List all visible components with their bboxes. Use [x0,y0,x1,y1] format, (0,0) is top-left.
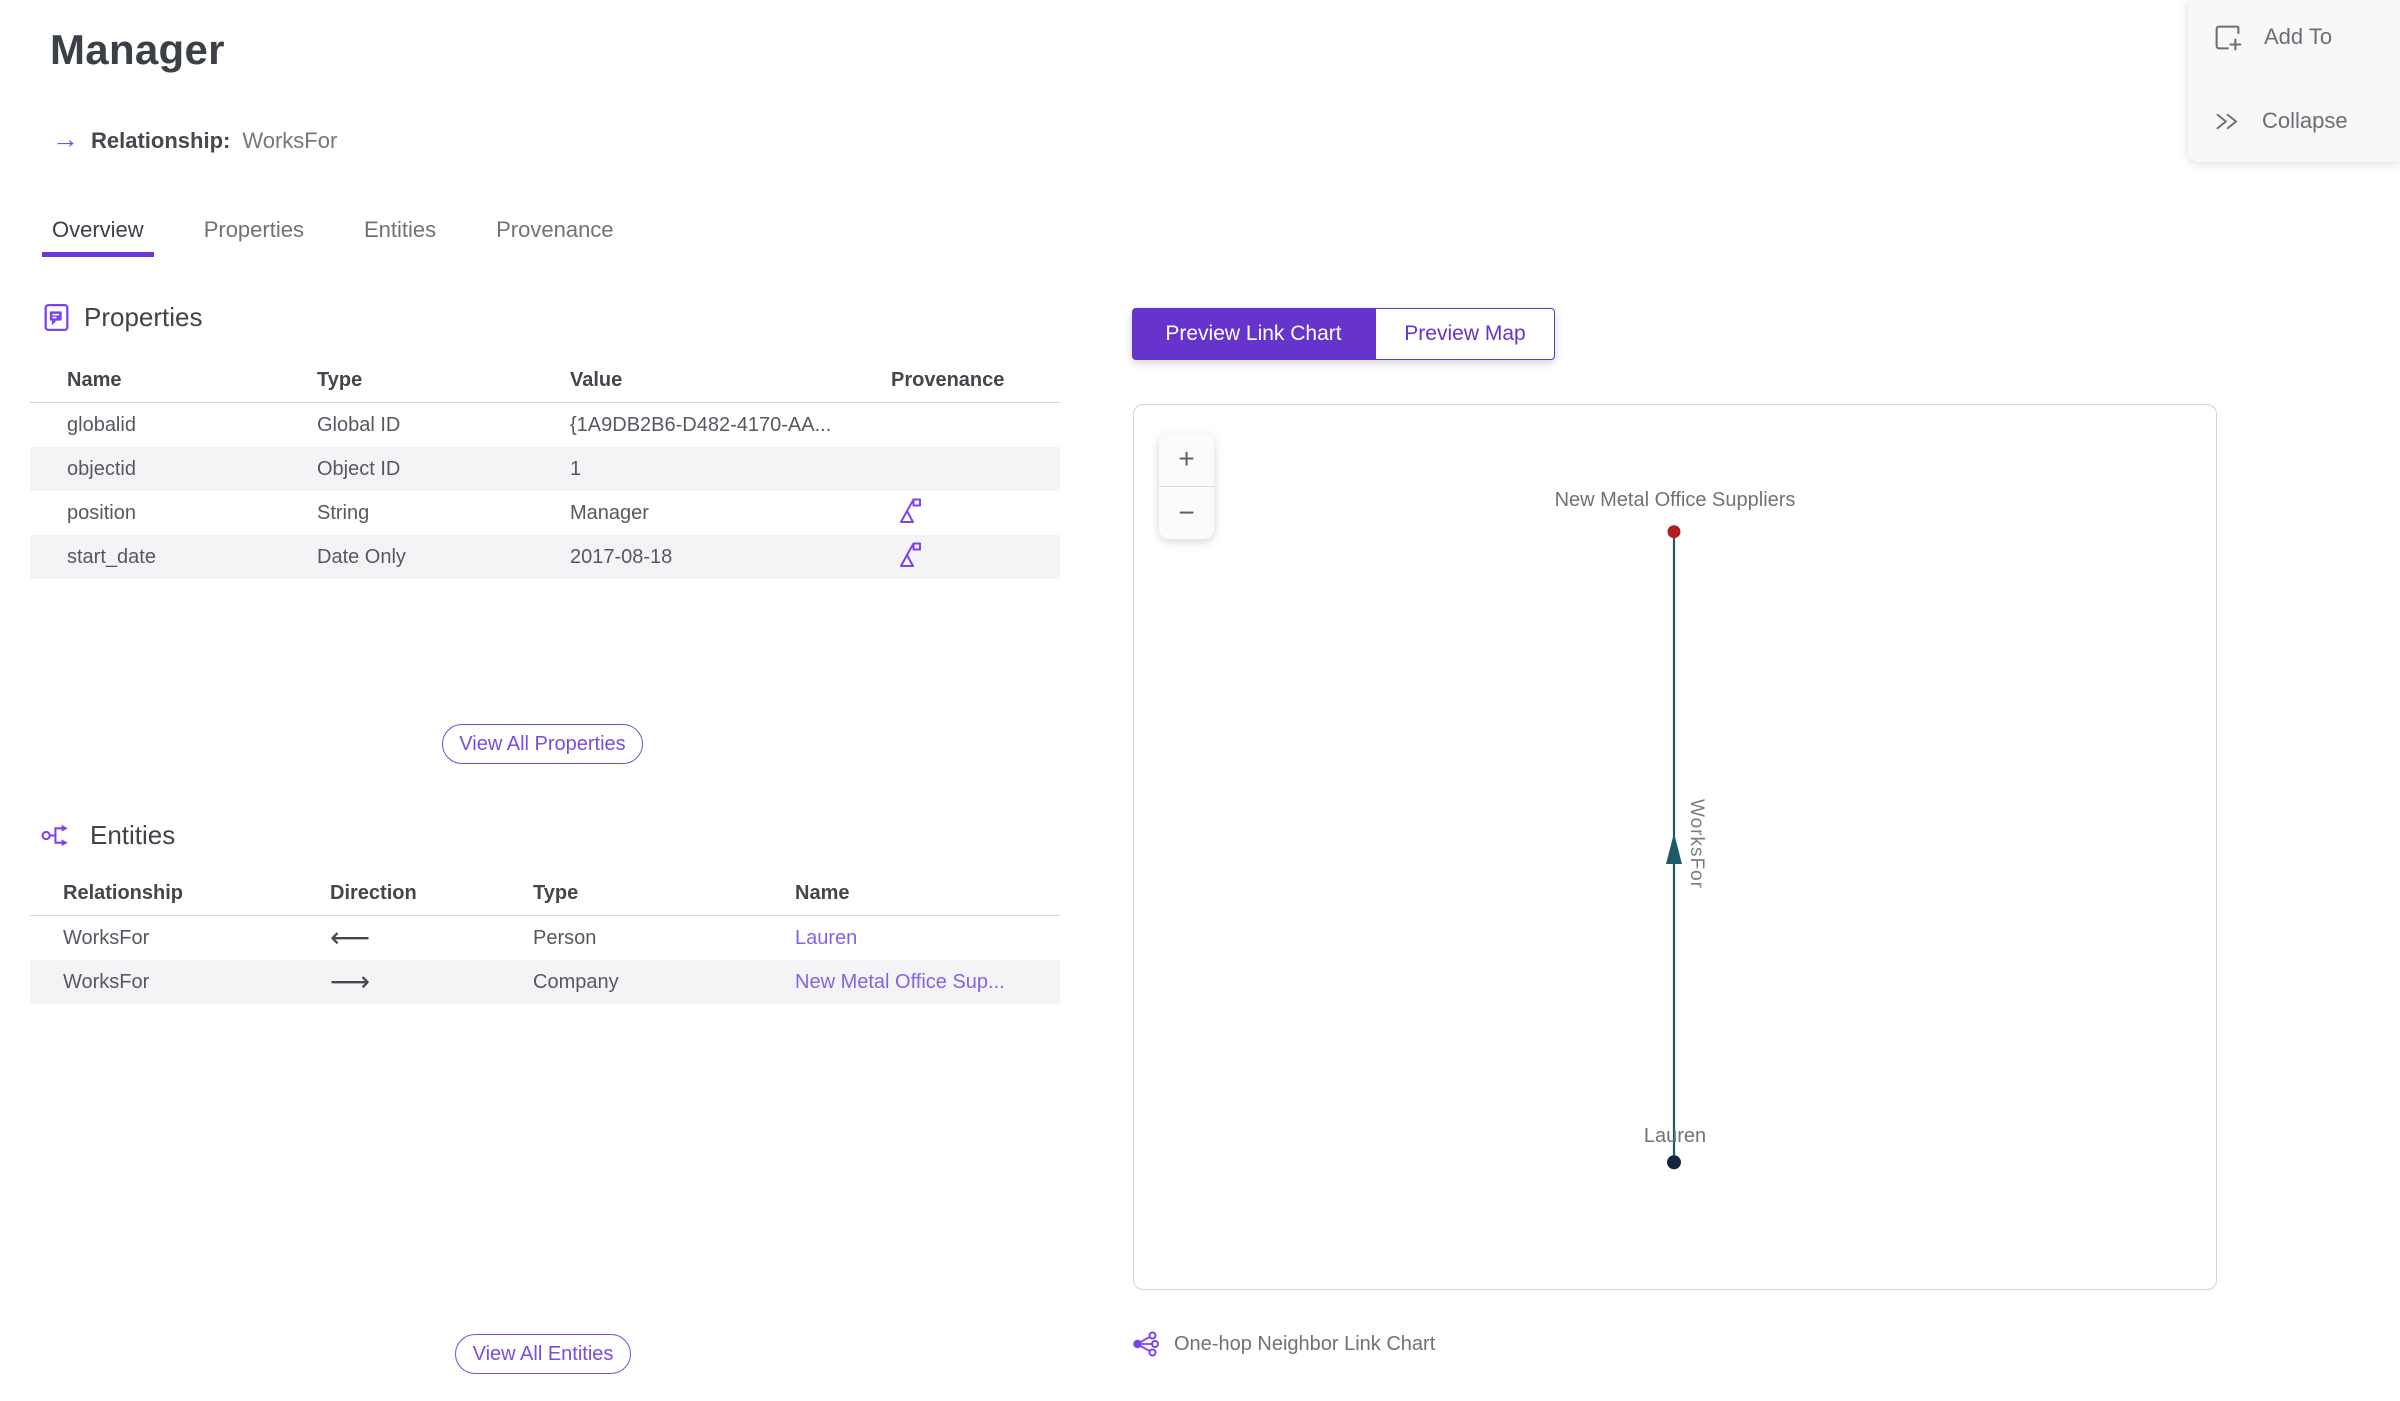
add-to-button[interactable]: Add To [2188,10,2400,64]
entities-table-row[interactable]: WorksFor ⟵ Person Lauren [30,916,1060,960]
entity-name-link[interactable]: New Metal Office Sup... [795,971,1060,994]
property-name-cell: objectid [67,457,136,480]
col-name: Name [67,368,122,391]
properties-table-row[interactable]: objectid Object ID 1 [30,447,1060,491]
properties-icon [44,303,69,332]
entities-section-title: Entities [90,820,176,850]
page-title: Manager [50,26,225,73]
edge-arrowhead [1666,833,1682,864]
tab-entities[interactable]: Entities [354,203,446,257]
node-label-person[interactable]: Lauren [1644,1125,1706,1148]
collapse-label: Collapse [2262,108,2348,133]
provenance-flag-icon[interactable] [899,497,921,524]
entity-direction-cell: ⟶ [330,968,371,996]
relationship-arrow-icon: → [52,124,79,154]
col-type: Type [317,368,363,391]
view-all-entities-button[interactable]: View All Entities [455,1334,631,1374]
properties-table: Name Type Value Provenance globalid Globa… [30,358,1060,579]
entities-table: Relationship Direction Type Name WorksFo… [30,871,1060,1004]
entity-relationship-cell: WorksFor [63,970,150,993]
properties-table-row[interactable]: start_date Date Only 2017-08-18 [30,535,1060,579]
entity-relationship-cell: WorksFor [63,926,150,949]
link-chart-panel: New Metal Office Suppliers Lauren WorksF… [1133,404,2217,1290]
relationship-value: WorksFor [242,127,338,153]
property-value-cell: 1 [570,457,582,480]
zoom-control: + − [1159,433,1214,539]
zoom-out-button[interactable]: − [1159,485,1214,540]
preview-map-button[interactable]: Preview Map [1375,308,1555,360]
provenance-flag-icon[interactable] [899,541,921,568]
collapse-chevrons-icon [2216,113,2238,129]
entities-table-row[interactable]: WorksFor ⟶ Company New Metal Office Sup... [30,960,1060,1004]
property-name-cell: position [67,501,136,524]
entity-direction-cell: ⟵ [330,924,371,952]
preview-toggle: Preview Link Chart Preview Map [1132,308,1555,360]
node-person-dot [1667,1155,1681,1170]
properties-table-row[interactable]: globalid Global ID {1A9DB2B6-D482-4170-AA.… [30,403,1060,447]
col-value: Value [570,368,623,391]
properties-section-header: Properties [43,301,203,334]
node-company-dot [1667,525,1681,539]
col-type: Type [533,881,579,904]
collapse-button[interactable]: Collapse [2188,94,2400,148]
properties-table-row[interactable]: position String Manager [30,491,1060,535]
view-all-properties-button[interactable]: View All Properties [442,724,643,764]
entities-table-body: WorksFor ⟵ Person Lauren WorksFor ⟶ Company New… [30,916,1060,1004]
property-type-cell: Date Only [317,545,406,568]
property-value-cell: {1A9DB2B6-D482-4170-AA... [570,413,832,436]
property-type-cell: String [317,501,370,524]
edge-label-worksfor: WorksFor [1686,799,1707,889]
tab-provenance[interactable]: Provenance [486,203,623,257]
chart-footer: One-hop Neighbor Link Chart [1132,1330,1435,1358]
col-relationship: Relationship [63,881,184,904]
entities-section-header: Entities [41,820,175,851]
col-provenance: Provenance [891,368,1005,391]
preview-link-chart-button[interactable]: Preview Link Chart [1132,308,1375,360]
entity-type-cell: Company [533,970,619,993]
properties-table-body: globalid Global ID {1A9DB2B6-D482-4170-AA.… [30,403,1060,579]
add-to-label: Add To [2264,24,2333,49]
entities-icon [41,825,68,846]
property-type-cell: Object ID [317,457,401,480]
tab-bar: Overview Properties Entities Provenance [42,203,624,257]
properties-section-title: Properties [84,302,203,332]
relationship-label: Relationship: [91,127,231,153]
node-label-company[interactable]: New Metal Office Suppliers [1555,489,1796,512]
properties-table-header: Name Type Value Provenance [30,358,1060,403]
entity-name-link[interactable]: Lauren [795,927,1060,950]
property-type-cell: Global ID [317,413,401,436]
tab-overview[interactable]: Overview [42,203,154,257]
add-to-icon [2215,25,2242,50]
col-direction: Direction [330,881,417,904]
col-name: Name [795,881,850,904]
property-value-cell: Manager [570,501,649,524]
one-hop-neighbor-icon [1133,1331,1159,1357]
one-hop-neighbor-label: One-hop Neighbor Link Chart [1174,1332,1436,1355]
link-chart-canvas[interactable] [1134,405,2216,1289]
property-name-cell: globalid [67,413,136,436]
tab-properties[interactable]: Properties [194,203,314,257]
actions-panel: Add To Collapse [2188,0,2400,162]
relationship-subtitle: → Relationship: WorksFor [52,124,338,154]
property-name-cell: start_date [67,545,156,568]
property-provenance-cell[interactable] [891,497,1060,530]
property-value-cell: 2017-08-18 [570,545,673,568]
property-provenance-cell[interactable] [891,541,1060,574]
entities-table-header: Relationship Direction Type Name [30,871,1060,916]
zoom-in-button[interactable]: + [1159,433,1214,486]
entity-type-cell: Person [533,926,597,949]
